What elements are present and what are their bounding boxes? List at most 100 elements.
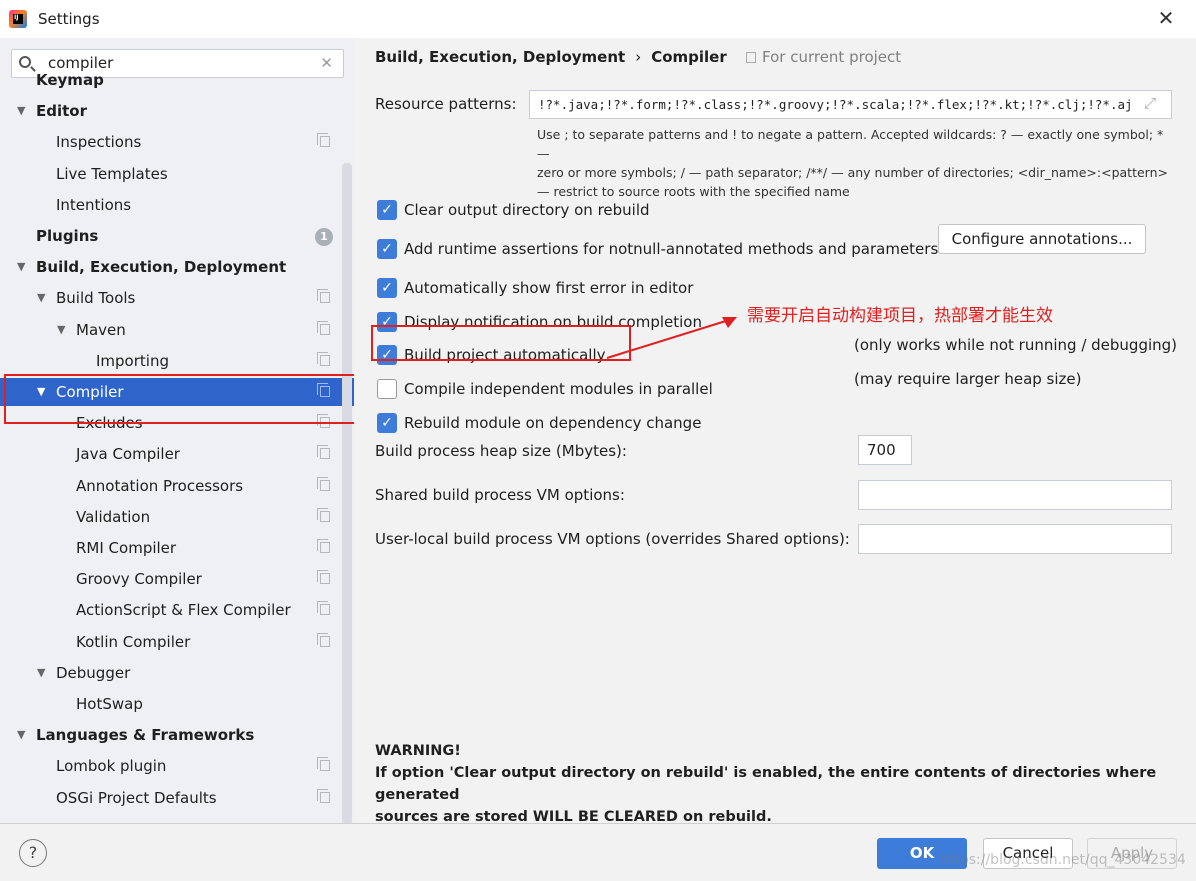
breadcrumb-parent[interactable]: Build, Execution, Deployment (375, 48, 625, 66)
tree-item-label: RMI Compiler (76, 539, 177, 557)
configure-annotations-button[interactable]: Configure annotations... (938, 224, 1146, 254)
scope-text: For current project (762, 48, 902, 66)
close-icon[interactable]: ✕ (1156, 8, 1176, 28)
tree-item[interactable]: Java Compiler (0, 440, 342, 468)
scope-label: For current project (746, 48, 901, 66)
user-vm-field[interactable] (858, 524, 1172, 554)
tree-item-label: Validation (76, 507, 151, 526)
resource-patterns-label: Resource patterns: (375, 95, 517, 113)
tree-item-label: Maven (76, 320, 126, 339)
hint-line: Use ; to separate patterns and ! to nega… (537, 127, 1164, 161)
tree-item[interactable]: Keymap (0, 66, 342, 94)
highlight-box-compiler (4, 374, 362, 424)
expand-triangle-icon[interactable]: ▼ (57, 316, 65, 344)
tree-item[interactable]: Importing (0, 347, 342, 375)
tree-item[interactable]: ▼ Maven (0, 316, 342, 344)
expand-icon[interactable]: ⤢ (1144, 94, 1156, 112)
tree-item[interactable]: RMI Compiler (0, 534, 342, 562)
tree-item-label: Debugger (56, 663, 131, 682)
option-label[interactable]: Clear output directory on rebuild (404, 201, 650, 219)
option-checkbox[interactable]: ✓ (377, 200, 397, 220)
expand-triangle-icon[interactable]: ▼ (37, 659, 45, 687)
project-scope-icon (317, 445, 330, 460)
tree-item-label: OSGi Project Defaults (56, 788, 217, 807)
tree-item-label: Editor (36, 102, 87, 121)
tree-item[interactable]: ▼ Debugger (0, 659, 342, 687)
tree-item-label: Build Tools (56, 289, 136, 308)
tree-item[interactable]: Plugins 1 (0, 222, 342, 250)
project-scope-icon (317, 476, 330, 491)
title-bar: IJ Settings ✕ (0, 0, 1196, 38)
project-scope-icon (317, 133, 330, 148)
tree-item-label: Annotation Processors (76, 476, 244, 495)
warning-title: WARNING! (375, 743, 461, 759)
shared-vm-label: Shared build process VM options: (375, 486, 625, 504)
sidebar-scrollbar[interactable] (342, 163, 352, 823)
tree-item[interactable]: OSGi Project Defaults (0, 784, 342, 812)
hint-line: zero or more symbols; / — path separator… (537, 165, 1168, 180)
breadcrumb: Build, Execution, Deployment › Compiler (375, 48, 727, 66)
option-checkbox[interactable]: ✓ (377, 379, 397, 399)
tree-item-label: Java Compiler (76, 445, 180, 464)
tree-item[interactable]: HotSwap (0, 690, 342, 718)
tree-item[interactable]: ▼ Build Tools (0, 284, 342, 312)
tree-item[interactable]: Intentions (0, 191, 342, 219)
project-scope-icon (317, 289, 330, 304)
hint-line: — restrict to source roots with the spec… (537, 184, 850, 199)
tree-item[interactable]: Kotlin Compiler (0, 628, 342, 656)
project-scope-icon (317, 351, 330, 366)
project-scope-icon (317, 601, 330, 616)
tree-item-label: Plugins (36, 227, 99, 245)
annotation-text: 需要开启自动构建项目，热部署才能生效 (747, 306, 1053, 326)
tree-item-label: Lombok plugin (56, 757, 167, 776)
expand-triangle-icon[interactable]: ▼ (17, 721, 25, 749)
option-label[interactable]: Automatically show first error in editor (404, 279, 693, 297)
tree-item[interactable]: ▼ Editor (0, 97, 342, 125)
warning-block: WARNING! If option 'Clear output directo… (375, 740, 1175, 828)
tree-item[interactable]: ▼ Build, Execution, Deployment (0, 253, 342, 281)
tree-item-label: Languages & Frameworks (36, 726, 255, 745)
tree-item-label: Groovy Compiler (76, 570, 202, 589)
resource-patterns-hint: Use ; to separate patterns and ! to nega… (537, 125, 1177, 201)
option-label[interactable]: Compile independent modules in parallel (404, 380, 713, 398)
breadcrumb-current: Compiler (651, 48, 727, 66)
tree-item[interactable]: Live Templates (0, 160, 342, 188)
window-title: Settings (38, 10, 100, 28)
tree-item[interactable]: Validation (0, 503, 342, 531)
tree-item[interactable]: Inspections (0, 128, 342, 156)
intellij-app-icon: IJ (9, 10, 27, 28)
project-scope-icon (317, 632, 330, 647)
option-checkbox[interactable]: ✓ (377, 239, 397, 259)
project-scope-icon (317, 320, 330, 335)
shared-vm-field[interactable] (858, 480, 1172, 510)
breadcrumb-separator: › (635, 48, 642, 66)
option-label[interactable]: Rebuild module on dependency change (404, 414, 701, 432)
tree-item[interactable]: Annotation Processors (0, 472, 342, 500)
expand-triangle-icon[interactable]: ▼ (17, 97, 25, 125)
option-label[interactable]: Add runtime assertions for notnull-annot… (404, 240, 938, 258)
tree-item-label: Intentions (56, 195, 132, 214)
resource-patterns-field[interactable]: !?*.java;!?*.form;!?*.class;!?*.groovy;!… (529, 90, 1172, 119)
project-scope-icon (317, 570, 330, 585)
tree-item[interactable]: Lombok plugin (0, 752, 342, 780)
project-scope-icon (317, 507, 330, 522)
parallel-note: (may require larger heap size) (854, 370, 1082, 388)
watermark: https://blog.csdn.net/qq_43042534 (940, 852, 1186, 868)
heap-size-label: Build process heap size (Mbytes): (375, 442, 627, 460)
tree-item-label: Live Templates (56, 164, 168, 183)
option-checkbox[interactable]: ✓ (377, 278, 397, 298)
expand-triangle-icon[interactable]: ▼ (17, 253, 25, 281)
tree-item-label: Importing (96, 351, 169, 370)
option-checkbox[interactable]: ✓ (377, 413, 397, 433)
project-scope-icon (317, 788, 330, 803)
tree-item[interactable]: ▼ Languages & Frameworks (0, 721, 342, 749)
settings-sidebar: compiler ✕ Keymap ▼ Editor Inspections Live … (0, 38, 354, 823)
tree-item[interactable]: Groovy Compiler (0, 565, 342, 593)
help-button[interactable]: ? (19, 839, 47, 867)
tree-item-label: Keymap (36, 71, 104, 89)
tree-item[interactable]: ActionScript & Flex Compiler (0, 596, 342, 624)
project-scope-icon (746, 52, 756, 63)
expand-triangle-icon[interactable]: ▼ (37, 284, 45, 312)
settings-content: Build, Execution, Deployment › Compiler Fo… (354, 38, 1196, 825)
heap-size-field[interactable]: 700 (858, 435, 912, 465)
